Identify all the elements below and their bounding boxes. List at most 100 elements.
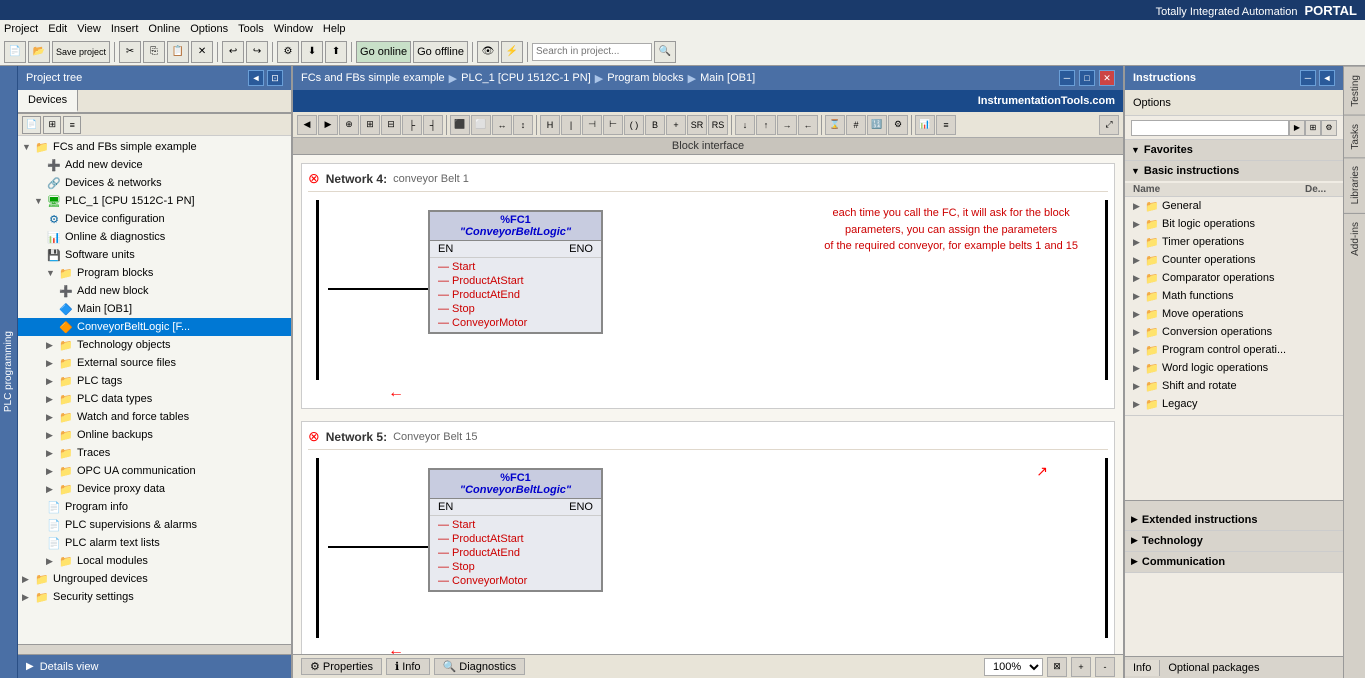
ctb-21[interactable]: ↓ [735,115,755,135]
tree-item-device-proxy[interactable]: ▶ 📁 Device proxy data [18,480,291,498]
menu-insert[interactable]: Insert [111,23,139,35]
sidebar-hscroll[interactable] [18,644,291,654]
zoom-select[interactable]: 100% 75% 50% 150% [984,658,1043,676]
menu-window[interactable]: Window [274,23,313,35]
ctb-13[interactable]: | [561,115,581,135]
monitor-btn[interactable]: 👁 [477,41,499,63]
menu-options[interactable]: Options [190,23,228,35]
instructions-hscroll[interactable] [1125,500,1343,510]
tree-item-program-info[interactable]: 📄 Program info [18,498,291,516]
details-bar[interactable]: ▶ Details view [18,654,291,678]
devices-tab[interactable]: Devices [18,90,78,112]
info-btn[interactable]: ℹ Info [386,658,430,675]
ctb-8[interactable]: ⬛ [450,115,470,135]
menu-project[interactable]: Project [4,23,38,35]
sidebar-detach-btn[interactable]: ⊡ [267,70,283,86]
instruction-bit-logic[interactable]: ▶ 📁 Bit logic operations [1125,215,1343,233]
download-btn[interactable]: ⬇ [301,41,323,63]
ctb-11[interactable]: ↕ [513,115,533,135]
menu-view[interactable]: View [77,23,101,35]
zoom-minus-btn[interactable]: - [1095,657,1115,677]
cut-btn[interactable]: ✂ [119,41,141,63]
search-input[interactable] [532,43,652,61]
tree-item-watch-force[interactable]: ▶ 📁 Watch and force tables [18,408,291,426]
ctb-20[interactable]: RS [708,115,728,135]
compile-btn[interactable]: ⚙ [277,41,299,63]
instruction-counter[interactable]: ▶ 📁 Counter operations [1125,251,1343,269]
diagnostics-btn[interactable]: 🔍 Diagnostics [434,658,526,675]
tree-item-project[interactable]: ▼ 📁 FCs and FBs simple example [18,138,291,156]
info-tab[interactable]: Info [1125,660,1160,676]
ctb-9[interactable]: ⬜ [471,115,491,135]
new-btn[interactable]: 📄 [4,41,26,63]
tree-item-opc-ua[interactable]: ▶ 📁 OPC UA communication [18,462,291,480]
ctb-14[interactable]: ⊣ [582,115,602,135]
communication-header[interactable]: ▶ Communication [1125,552,1343,572]
tree-item-add-device[interactable]: ➕ Add new device [18,156,291,174]
instruction-shift[interactable]: ▶ 📁 Shift and rotate [1125,377,1343,395]
search-btn[interactable]: 🔍 [654,41,676,63]
redo-btn[interactable]: ↪ [246,41,268,63]
ctb-29[interactable]: 📊 [915,115,935,135]
vtab-tasks[interactable]: Tasks [1344,115,1365,158]
tree-item-conveyor-logic[interactable]: 🔶 ConveyorBeltLogic [F... [18,318,291,336]
ctb-6[interactable]: ├ [402,115,422,135]
tree-item-devices-networks[interactable]: 🔗 Devices & networks [18,174,291,192]
sidebar-detail-btn[interactable]: ≡ [63,116,81,134]
tree-item-local-modules[interactable]: ▶ 📁 Local modules [18,552,291,570]
tree-item-program-blocks[interactable]: ▼ 📁 Program blocks [18,264,291,282]
instructions-view-toggle[interactable]: ⊞ [1305,120,1321,136]
instruction-general[interactable]: ▶ 📁 General [1125,197,1343,215]
menu-online[interactable]: Online [148,23,180,35]
tree-item-security[interactable]: ▶ 📁 Security settings [18,588,291,606]
go-online-btn[interactable]: Go online [356,41,411,63]
tree-item-main-ob1[interactable]: 🔷 Main [OB1] [18,300,291,318]
tree-item-plc-supervision[interactable]: 📄 PLC supervisions & alarms [18,516,291,534]
ctb-expand[interactable]: ⤢ [1099,115,1119,135]
ctb-23[interactable]: → [777,115,797,135]
ctb-17[interactable]: B [645,115,665,135]
ctb-2[interactable]: ▶ [318,115,338,135]
network-5-stop-icon[interactable]: ⊗ [308,428,320,445]
tree-item-online-diag[interactable]: 📊 Online & diagnostics [18,228,291,246]
instruction-move[interactable]: ▶ 📁 Move operations [1125,305,1343,323]
ctb-28[interactable]: ⚙ [888,115,908,135]
tree-item-alarm-text[interactable]: 📄 PLC alarm text lists [18,534,291,552]
go-offline-btn[interactable]: Go offline [413,41,468,63]
sidebar-view-btn[interactable]: ⊞ [43,116,61,134]
undo-btn[interactable]: ↩ [222,41,244,63]
favorites-header[interactable]: ▼ Favorites [1125,140,1343,160]
zoom-fit-btn[interactable]: ⊠ [1047,657,1067,677]
delete-btn[interactable]: ✕ [191,41,213,63]
zoom-plus-btn[interactable]: + [1071,657,1091,677]
paste-btn[interactable]: 📋 [167,41,189,63]
plc-programming-vtab[interactable]: PLC programming [0,66,18,678]
instructions-minimize[interactable]: ─ [1300,70,1316,86]
instruction-timer[interactable]: ▶ 📁 Timer operations [1125,233,1343,251]
tree-item-online-backups[interactable]: ▶ 📁 Online backups [18,426,291,444]
ctb-26[interactable]: # [846,115,866,135]
menu-edit[interactable]: Edit [48,23,67,35]
instruction-comparator[interactable]: ▶ 📁 Comparator operations [1125,269,1343,287]
ctb-5[interactable]: ⊟ [381,115,401,135]
ctb-7[interactable]: ┤ [423,115,443,135]
vtab-libraries[interactable]: Libraries [1344,157,1365,212]
technology-header[interactable]: ▶ Technology [1125,531,1343,551]
ctb-19[interactable]: SR [687,115,707,135]
sidebar-new-btn[interactable]: 📄 [22,116,41,134]
ctb-30[interactable]: ≡ [936,115,956,135]
ctb-10[interactable]: ↔ [492,115,512,135]
properties-btn[interactable]: ⚙ Properties [301,658,382,675]
minimize-btn[interactable]: ─ [1059,70,1075,86]
ctb-12[interactable]: H [540,115,560,135]
instructions-collapse[interactable]: ◄ [1319,70,1335,86]
sidebar-collapse-btn[interactable]: ◄ [248,70,264,86]
ctb-24[interactable]: ← [798,115,818,135]
save-btn[interactable]: Save project [52,41,110,63]
tree-item-external-source[interactable]: ▶ 📁 External source files [18,354,291,372]
network-4-stop-icon[interactable]: ⊗ [308,170,320,187]
force-btn[interactable]: ⚡ [501,41,523,63]
ctb-1[interactable]: ◀ [297,115,317,135]
tree-item-add-block[interactable]: ➕ Add new block [18,282,291,300]
tree-item-tech-objects[interactable]: ▶ 📁 Technology objects [18,336,291,354]
